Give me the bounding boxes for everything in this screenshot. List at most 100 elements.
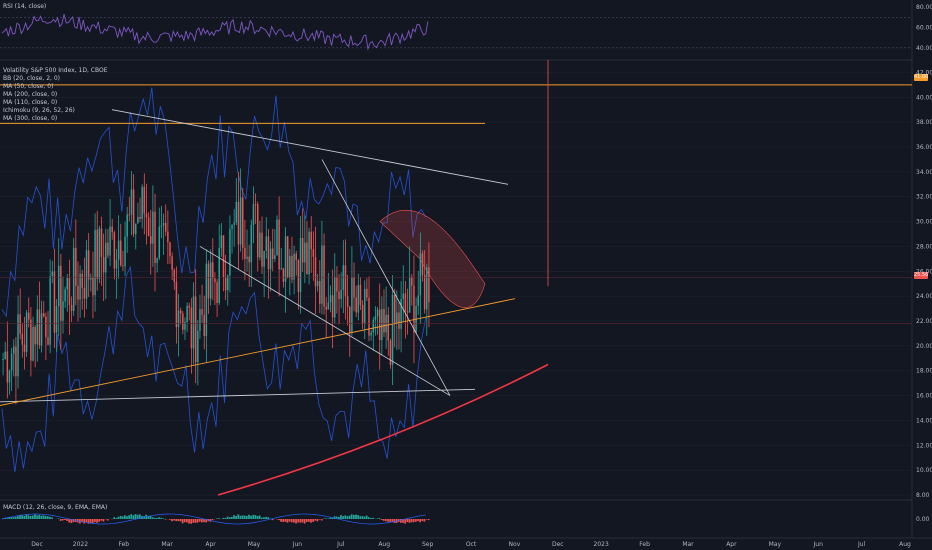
candle-body bbox=[353, 277, 355, 298]
legend-ma200[interactable]: MA (200, close, 0) bbox=[3, 91, 108, 99]
candle-body bbox=[190, 307, 193, 349]
macd-bar bbox=[181, 519, 184, 524]
candle-body bbox=[55, 306, 58, 333]
macd-bar bbox=[61, 519, 64, 521]
candle-body bbox=[188, 305, 190, 308]
candle-body bbox=[167, 231, 169, 243]
candle-body bbox=[239, 197, 242, 245]
candle-body bbox=[132, 189, 135, 235]
macd-bar bbox=[29, 515, 32, 519]
macd-bar bbox=[6, 518, 8, 519]
candle-body bbox=[355, 297, 357, 313]
candle-body bbox=[6, 351, 9, 383]
macd-bar bbox=[224, 518, 227, 519]
candle-body bbox=[149, 236, 152, 244]
candle-body bbox=[45, 316, 47, 338]
legend-ma110[interactable]: MA (110, close, 0) bbox=[3, 99, 108, 107]
candle-body bbox=[186, 305, 188, 323]
macd-bar bbox=[359, 516, 362, 519]
macd-bar bbox=[385, 519, 387, 522]
macd-bar bbox=[310, 519, 312, 523]
legend-ichimoku[interactable]: Ichimoku (9, 26, 52, 26) bbox=[3, 107, 108, 115]
macd-bar bbox=[421, 519, 424, 522]
legend-symbol[interactable]: Volatility S&P 500 Index, 1D, CBOE bbox=[3, 67, 108, 75]
legend-ma50[interactable]: MA (50, close, 0) bbox=[3, 83, 108, 91]
macd-bar bbox=[410, 519, 413, 523]
price-tick-label: 12.00 bbox=[916, 442, 932, 449]
candle-body bbox=[368, 297, 370, 336]
candle-body bbox=[235, 201, 238, 223]
candle-body bbox=[154, 211, 156, 263]
candle-body bbox=[389, 340, 392, 365]
macd-bar bbox=[258, 515, 261, 519]
price-tick-label: 24.00 bbox=[916, 293, 932, 300]
candle-body bbox=[15, 346, 17, 377]
legend-bb[interactable]: BB (20, close, 2, 0) bbox=[3, 75, 108, 83]
macd-bar bbox=[312, 519, 315, 522]
price-tick-label: 34.00 bbox=[916, 169, 932, 176]
candle-body bbox=[75, 247, 77, 286]
macd-legend-label[interactable]: MACD (12, 26, close, 9, EMA, EMA) bbox=[3, 504, 107, 512]
macd-bar bbox=[406, 519, 409, 523]
macd-bar bbox=[183, 519, 186, 523]
candle-body bbox=[398, 312, 400, 329]
rsi-legend-label: RSI (14, close) bbox=[3, 3, 47, 10]
candle-body bbox=[312, 249, 315, 257]
macd-bar bbox=[340, 515, 342, 519]
candle-body bbox=[2, 359, 4, 361]
candle-body bbox=[120, 240, 122, 266]
macd-bar bbox=[245, 516, 248, 519]
chart-canvas[interactable]: 42.0040.0038.0036.0034.0032.0030.0028.00… bbox=[0, 0, 932, 550]
legend-ma300[interactable]: MA (300, close, 0) bbox=[3, 115, 108, 123]
price-tick-label: 36.00 bbox=[916, 144, 932, 151]
candle-body bbox=[331, 295, 334, 318]
candle-body bbox=[34, 326, 36, 345]
candle-body bbox=[271, 248, 274, 260]
candle-body bbox=[374, 316, 377, 320]
macd-bar bbox=[36, 515, 38, 519]
macd-bar bbox=[230, 516, 233, 519]
candle-body bbox=[334, 276, 336, 318]
rsi-tick-label: 60.00 bbox=[916, 24, 932, 31]
candle-body bbox=[381, 308, 383, 340]
macd-bar bbox=[357, 515, 359, 519]
time-tick-label: Aug bbox=[378, 541, 390, 548]
macd-bar bbox=[370, 518, 372, 519]
macd-bar bbox=[252, 514, 255, 519]
macd-bar bbox=[42, 515, 45, 519]
candle-body bbox=[295, 253, 297, 261]
macd-bar bbox=[14, 516, 17, 519]
price-tick-label: 22.00 bbox=[916, 318, 932, 325]
macd-bar bbox=[389, 519, 392, 522]
macd-bar bbox=[299, 519, 302, 523]
macd-bar bbox=[119, 515, 122, 519]
candle-body bbox=[229, 229, 231, 276]
candle-body bbox=[135, 223, 137, 235]
macd-bar bbox=[171, 519, 173, 522]
candle-body bbox=[319, 281, 321, 304]
candle-body bbox=[13, 346, 15, 354]
candle-body bbox=[413, 285, 415, 333]
macd-bar bbox=[68, 519, 71, 523]
candle-body bbox=[393, 294, 396, 323]
candle-body bbox=[177, 310, 180, 328]
candle-body bbox=[250, 224, 253, 263]
time-tick-label: Nov bbox=[509, 541, 521, 548]
macd-bar bbox=[235, 516, 237, 519]
time-tick-label: 2023 bbox=[594, 541, 609, 548]
macd-bar bbox=[378, 518, 381, 519]
macd-bar bbox=[243, 515, 246, 519]
macd-bar bbox=[49, 516, 51, 519]
macd-bar bbox=[10, 517, 13, 519]
candle-body bbox=[248, 256, 250, 263]
macd-bar bbox=[106, 519, 109, 521]
candle-body bbox=[205, 263, 208, 336]
candle-body bbox=[293, 253, 295, 280]
macd-bar bbox=[363, 516, 366, 519]
macd-bar bbox=[376, 518, 379, 519]
macd-bar bbox=[216, 518, 218, 519]
candle-body bbox=[160, 225, 163, 227]
candle-body bbox=[4, 351, 6, 360]
macd-bar bbox=[190, 519, 193, 524]
candle-body bbox=[396, 312, 398, 323]
